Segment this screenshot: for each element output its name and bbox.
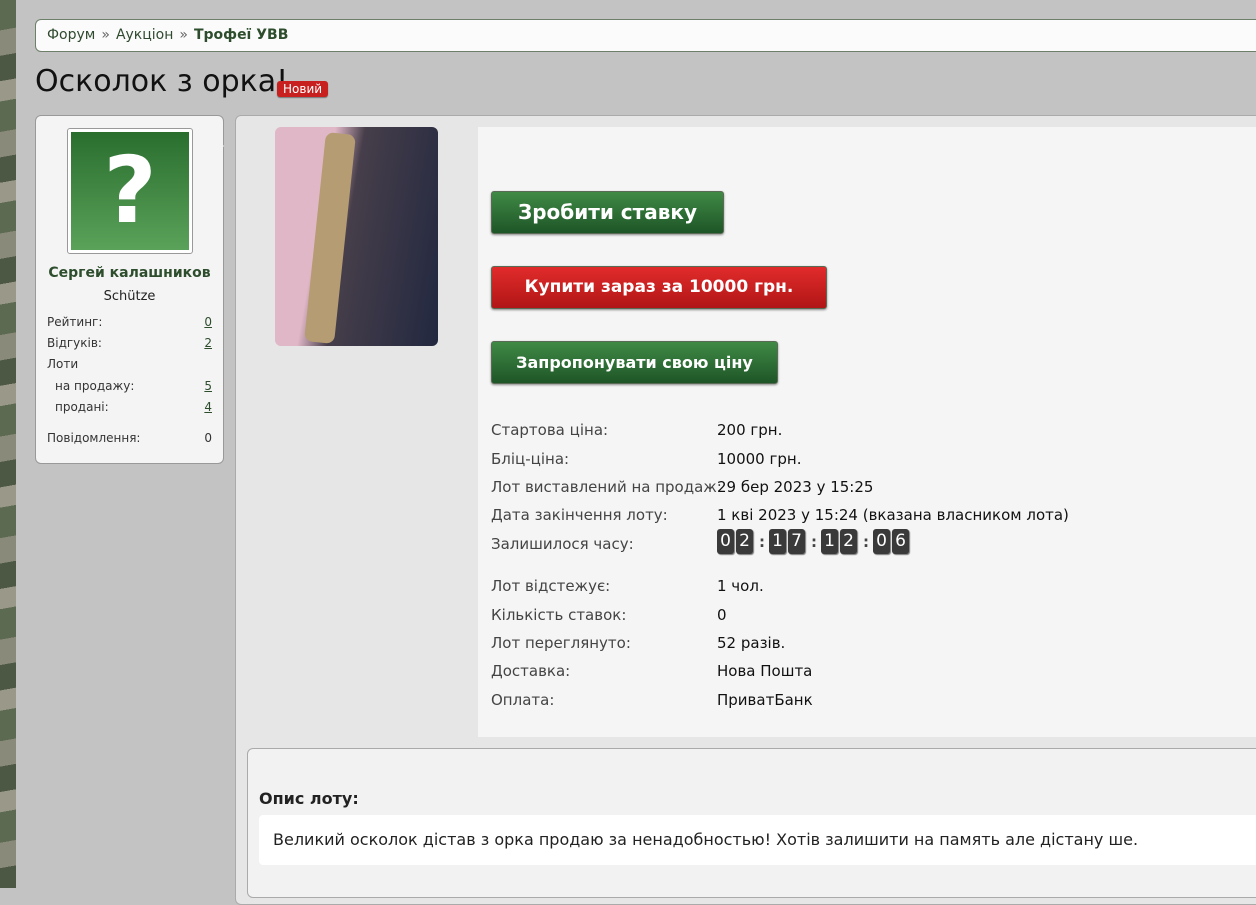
timer-colon: :: [759, 532, 765, 551]
page-title: Осколок з орка!: [35, 64, 289, 99]
breadcrumb-sep: »: [101, 27, 110, 43]
stat-label: Лоти: [47, 357, 79, 371]
detail-start-price: Стартова ціна: 200 грн.: [491, 421, 782, 439]
timer-colon: :: [863, 532, 869, 551]
timer-digit: 6: [892, 529, 909, 554]
buy-now-button[interactable]: Купити зараз за 10000 грн.: [491, 266, 827, 309]
stat-value: 0: [204, 431, 212, 445]
user-name[interactable]: Сергей калашников: [36, 265, 223, 281]
timer-digit: 2: [840, 529, 857, 554]
timer-digit: 1: [821, 529, 838, 554]
detail-label: Лот виставлений на продаж:: [491, 478, 722, 496]
detail-value: 1 кві 2023 у 15:24 (вказана власником ло…: [717, 506, 1069, 524]
avatar[interactable]: ?: [67, 128, 193, 254]
timer-digit: 0: [873, 529, 890, 554]
detail-views: Лот переглянуто: 52 разів.: [491, 634, 785, 652]
stat-label: Повідомлення:: [47, 431, 141, 445]
detail-value: 0: [717, 606, 727, 624]
stat-value-link[interactable]: 2: [204, 336, 212, 350]
breadcrumb-auction[interactable]: Аукціон: [116, 27, 173, 43]
stat-label: продані:: [55, 400, 109, 414]
user-rank: Schütze: [103, 289, 156, 304]
detail-label: Стартова ціна:: [491, 421, 609, 439]
detail-payment: Оплата: ПриватБанк: [491, 691, 813, 709]
detail-value: ПриватБанк: [717, 691, 813, 709]
stat-value-link[interactable]: 0: [204, 315, 212, 329]
stat-sold: продані: 4: [47, 400, 212, 414]
detail-value: 29 бер 2023 у 15:25: [717, 478, 874, 496]
detail-time-left: Залишилося часу: 02: 17: 12: 06: [491, 529, 909, 554]
detail-delivery: Доставка: Нова Пошта: [491, 662, 812, 680]
background-camo: [0, 0, 16, 888]
user-card: ? Сергей калашников Schütze Рейтинг: 0 Ві…: [35, 115, 224, 464]
detail-label: Дата закінчення лоту:: [491, 506, 668, 524]
timer-digit: 2: [736, 529, 753, 554]
stat-label: на продажу:: [55, 379, 135, 393]
detail-value: 10000 грн.: [717, 450, 802, 468]
stat-value-link[interactable]: 4: [204, 400, 212, 414]
stat-for-sale: на продажу: 5: [47, 379, 212, 393]
breadcrumb-current[interactable]: Трофеї УВВ: [194, 27, 288, 43]
description-text: Великий осколок дістав з орка продаю за …: [259, 815, 1256, 865]
detail-label: Лот відстежує:: [491, 577, 611, 595]
stat-messages: Повідомлення: 0: [47, 431, 212, 445]
timer-digit: 1: [769, 529, 786, 554]
countdown-timer: 02: 17: 12: 06: [717, 529, 911, 554]
detail-label: Доставка:: [491, 662, 571, 680]
question-mark-icon: ?: [71, 132, 189, 250]
detail-blitz-price: Бліц-ціна: 10000 грн.: [491, 450, 801, 468]
breadcrumb-forum[interactable]: Форум: [47, 27, 95, 43]
breadcrumb: Форум » Аукціон » Трофеї УВВ: [35, 19, 1256, 52]
detail-value: 52 разів.: [717, 634, 786, 652]
timer-colon: :: [811, 532, 817, 551]
detail-value: Нова Пошта: [717, 662, 813, 680]
detail-label: Залишилося часу:: [491, 535, 634, 553]
lot-photo[interactable]: [275, 127, 438, 346]
stat-label: Рейтинг:: [47, 315, 103, 329]
make-offer-button[interactable]: Запропонувати свою ціну: [491, 341, 778, 384]
detail-listed: Лот виставлений на продаж: 29 бер 2023 у …: [491, 478, 873, 496]
detail-watchers: Лот відстежує: 1 чол.: [491, 577, 764, 595]
detail-value: 200 грн.: [717, 421, 783, 439]
detail-label: Кількість ставок:: [491, 606, 627, 624]
stat-lots: Лоти: [47, 357, 212, 371]
breadcrumb-sep: »: [179, 27, 188, 43]
detail-label: Лот переглянуто:: [491, 634, 631, 652]
place-bid-button[interactable]: Зробити ставку: [491, 191, 724, 234]
stat-rating: Рейтинг: 0: [47, 315, 212, 329]
stat-label: Відгуків:: [47, 336, 102, 350]
stat-value-link[interactable]: 5: [204, 379, 212, 393]
new-badge: Новий: [277, 81, 329, 97]
timer-digit: 7: [788, 529, 805, 554]
detail-label: Оплата:: [491, 691, 555, 709]
detail-label: Бліц-ціна:: [491, 450, 570, 468]
detail-value: 1 чол.: [717, 577, 764, 595]
timer-digit: 0: [717, 529, 734, 554]
detail-end-date: Дата закінчення лоту: 1 кві 2023 у 15:24 …: [491, 506, 1069, 524]
detail-bids: Кількість ставок: 0: [491, 606, 727, 624]
description-title: Опис лоту:: [259, 789, 359, 808]
stat-reviews: Відгуків: 2: [47, 336, 212, 350]
